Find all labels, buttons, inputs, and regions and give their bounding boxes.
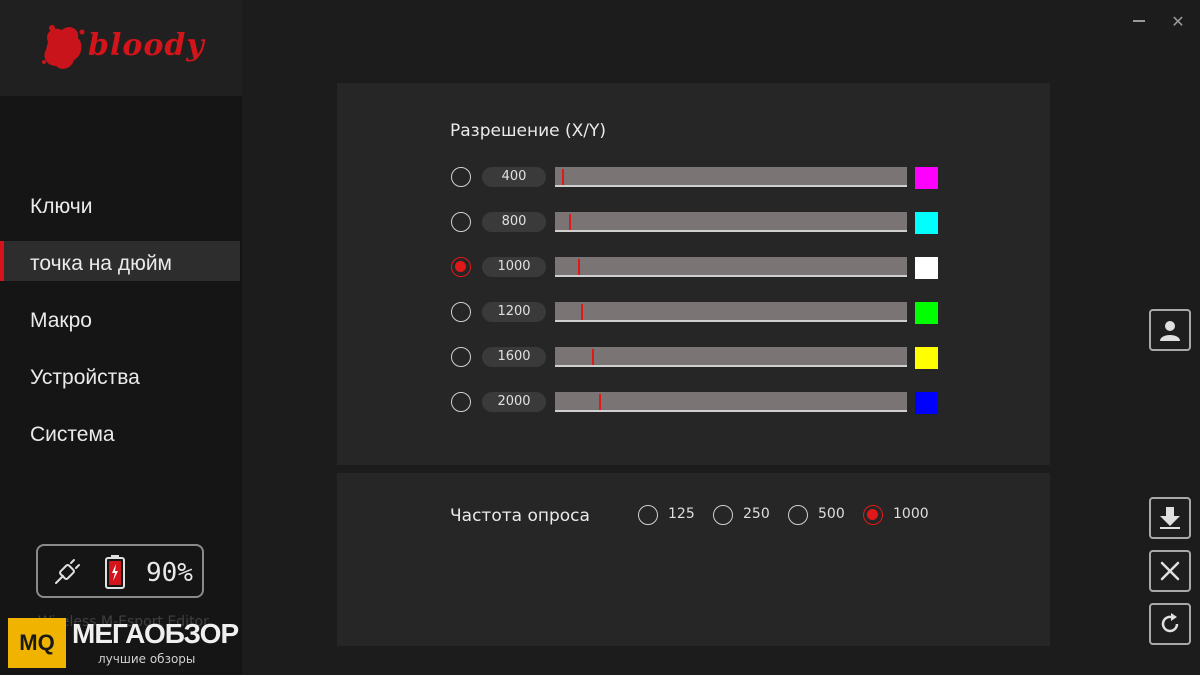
dpi-slider[interactable] [555, 347, 907, 367]
refresh-icon [1161, 613, 1179, 633]
dpi-slider-handle[interactable] [569, 214, 571, 230]
dpi-panel: Разрешение (X/Y) 400 800 1000 1200 1600 2000 [337, 83, 1050, 465]
sidebar-item-system[interactable]: Система [0, 412, 242, 452]
watermark: MQ МЕГАОБЗОР лучшие обзоры [6, 616, 239, 672]
user-icon [1160, 321, 1180, 341]
refresh-button[interactable] [1149, 603, 1191, 645]
dpi-value-field[interactable]: 1000 [482, 257, 546, 277]
dpi-slider-handle[interactable] [592, 349, 594, 365]
logo-area: bloody [0, 0, 242, 96]
dpi-value-field[interactable]: 2000 [482, 392, 546, 412]
sidebar-nav: Ключи точка на дюйм Макро Устройства Сис… [0, 184, 242, 469]
download-arrow-icon [1160, 507, 1180, 529]
polling-rate-label: 250 [743, 506, 770, 522]
reset-button[interactable] [1149, 550, 1191, 592]
battery-percent: 90% [146, 558, 193, 588]
watermark-subtitle: лучшие обзоры [98, 652, 196, 666]
polling-rate-radio[interactable] [788, 505, 808, 525]
watermark-logo: MQ [8, 618, 66, 668]
polling-rate-label: 500 [818, 506, 845, 522]
dpi-value-field[interactable]: 1200 [482, 302, 546, 322]
dpi-level-row: 1200 [450, 302, 950, 326]
dpi-level-row: 1600 [450, 347, 950, 371]
dpi-slider[interactable] [555, 302, 907, 322]
dpi-level-radio[interactable] [451, 347, 471, 367]
dpi-slider-handle[interactable] [581, 304, 583, 320]
polling-panel: Частота опроса 125 250 500 1000 [337, 473, 1050, 646]
dpi-slider-handle[interactable] [599, 394, 601, 410]
dpi-level-radio[interactable] [451, 392, 471, 412]
dpi-level-row: 400 [450, 167, 950, 191]
dpi-level-radio[interactable] [451, 302, 471, 322]
polling-rate-label: 125 [668, 506, 695, 522]
polling-rate-radio[interactable] [863, 505, 883, 525]
dpi-level-radio[interactable] [451, 212, 471, 232]
bloody-hand-logo-icon [42, 25, 85, 69]
close-icon [1160, 561, 1180, 581]
watermark-title: МЕГАОБЗОР [72, 618, 239, 649]
dpi-color-swatch[interactable] [915, 257, 938, 279]
sidebar-item-keys[interactable]: Ключи [0, 184, 242, 224]
dpi-color-swatch[interactable] [915, 347, 938, 369]
dpi-level-row: 1000 [450, 257, 950, 281]
sidebar-item-dpi[interactable]: точка на дюйм [0, 241, 240, 281]
polling-rate-radio[interactable] [638, 505, 658, 525]
battery-status: 90% [36, 544, 204, 598]
dpi-color-swatch[interactable] [915, 167, 938, 189]
dpi-value-field[interactable]: 400 [482, 167, 546, 187]
battery-icon [105, 555, 125, 589]
polling-rate-radio[interactable] [713, 505, 733, 525]
dpi-title: Разрешение (X/Y) [450, 121, 607, 141]
dpi-level-radio[interactable] [451, 167, 471, 187]
sidebar-item-devices[interactable]: Устройства [0, 355, 242, 395]
dpi-slider[interactable] [555, 257, 907, 277]
wireless-plug-icon [55, 559, 80, 584]
sidebar-item-macro[interactable]: Макро [0, 298, 242, 338]
dpi-slider[interactable] [555, 167, 907, 187]
polling-title: Частота опроса [450, 506, 590, 526]
dpi-slider[interactable] [555, 212, 907, 232]
polling-rate-label: 1000 [893, 506, 929, 522]
minimize-button[interactable] [1133, 20, 1145, 22]
dpi-value-field[interactable]: 1600 [482, 347, 546, 367]
dpi-color-swatch[interactable] [915, 392, 938, 414]
download-button[interactable] [1149, 497, 1191, 539]
dpi-color-swatch[interactable] [915, 212, 938, 234]
dpi-level-row: 2000 [450, 392, 950, 416]
dpi-slider-handle[interactable] [562, 169, 564, 185]
dpi-level-row: 800 [450, 212, 950, 236]
dpi-value-field[interactable]: 800 [482, 212, 546, 232]
sidebar: bloody Ключи точка на дюйм Макро Устройс… [0, 0, 242, 675]
dpi-slider[interactable] [555, 392, 907, 412]
close-window-button[interactable]: ✕ [1168, 12, 1188, 32]
dpi-level-radio[interactable] [451, 257, 471, 277]
dpi-color-swatch[interactable] [915, 302, 938, 324]
dpi-slider-handle[interactable] [578, 259, 580, 275]
brand-logo-text: bloody [88, 28, 205, 63]
profile-button[interactable] [1149, 309, 1191, 351]
